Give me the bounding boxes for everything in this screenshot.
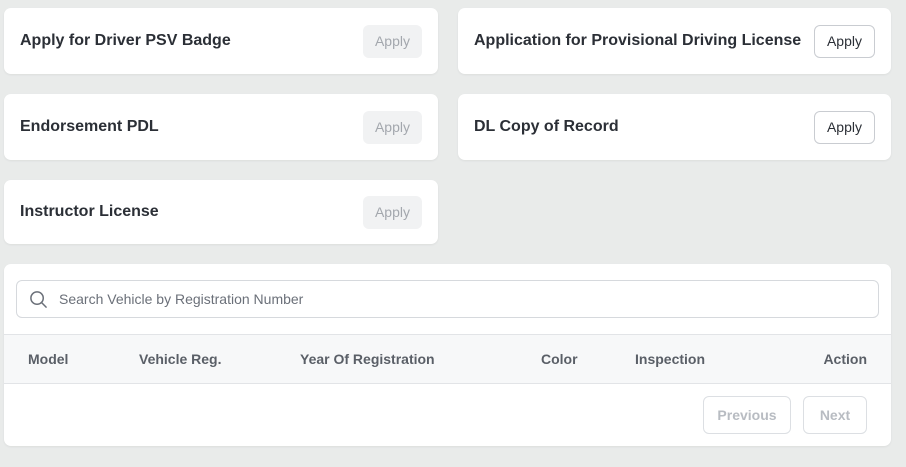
column-header-model: Model bbox=[28, 351, 69, 367]
column-header-vehicle-reg: Vehicle Reg. bbox=[139, 351, 222, 367]
column-header-inspection: Inspection bbox=[635, 351, 706, 367]
search-icon bbox=[29, 289, 49, 309]
search-input[interactable] bbox=[59, 281, 878, 317]
column-header-action: Action bbox=[823, 351, 867, 367]
previous-page-button[interactable]: Previous bbox=[703, 396, 791, 434]
service-title: Endorsement PDL bbox=[20, 118, 159, 135]
service-title: Apply for Driver PSV Badge bbox=[20, 32, 231, 49]
service-title: DL Copy of Record bbox=[474, 118, 619, 135]
column-header-color: Color bbox=[541, 351, 578, 367]
service-title: Instructor License bbox=[20, 203, 159, 220]
apply-provisional-license-button[interactable]: Apply bbox=[813, 24, 875, 58]
column-header-year-of-registration: Year Of Registration bbox=[300, 351, 435, 367]
service-card-endorsement-pdl: Endorsement PDL Apply bbox=[4, 94, 438, 160]
next-page-button[interactable]: Next bbox=[803, 396, 867, 434]
service-card-provisional-license: Application for Provisional Driving Lice… bbox=[458, 8, 891, 74]
table-header: Model Vehicle Reg. Year Of Registration … bbox=[4, 334, 891, 384]
service-card-psv-badge: Apply for Driver PSV Badge Apply bbox=[4, 8, 438, 74]
apply-instructor-license-button[interactable]: Apply bbox=[362, 195, 422, 229]
apply-dl-copy-button[interactable]: Apply bbox=[813, 110, 875, 144]
service-card-instructor-license: Instructor License Apply bbox=[4, 180, 438, 244]
apply-psv-badge-button[interactable]: Apply bbox=[362, 24, 422, 58]
service-card-dl-copy: DL Copy of Record Apply bbox=[458, 94, 891, 160]
vehicle-panel: Model Vehicle Reg. Year Of Registration … bbox=[4, 264, 891, 446]
service-title: Application for Provisional Driving Lice… bbox=[474, 32, 802, 49]
apply-endorsement-pdl-button[interactable]: Apply bbox=[362, 110, 422, 144]
search-box[interactable] bbox=[16, 280, 879, 318]
